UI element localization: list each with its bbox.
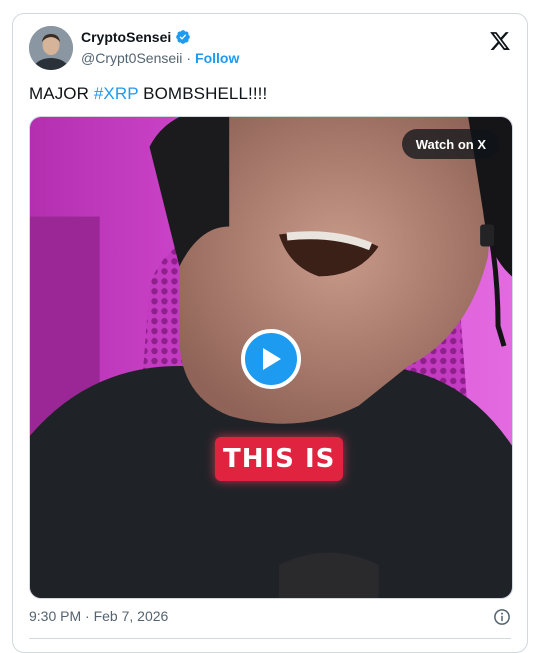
author-name-row: CryptoSensei xyxy=(81,29,191,45)
video-caption: THIS IS xyxy=(215,437,344,481)
video-thumbnail[interactable]: Watch on X THIS IS xyxy=(29,116,513,599)
x-logo-icon[interactable] xyxy=(489,30,511,52)
author-handle[interactable]: @Crypt0Senseii xyxy=(81,50,182,66)
info-icon[interactable] xyxy=(493,608,511,626)
footer-divider xyxy=(29,638,511,639)
verified-badge-icon xyxy=(176,30,191,44)
play-button[interactable] xyxy=(241,329,301,389)
author-handle-row: @Crypt0Senseii · Follow xyxy=(81,50,239,66)
tweet-header: CryptoSensei @Crypt0Senseii · Follow xyxy=(29,26,511,74)
tweet-text-prefix: MAJOR xyxy=(29,84,94,103)
author-name[interactable]: CryptoSensei xyxy=(81,29,171,45)
follow-button[interactable]: Follow xyxy=(195,50,239,66)
tweet-footer: 9:30 PM · Feb 7, 2026 xyxy=(29,606,511,630)
tweet-text: MAJOR #XRP BOMBSHELL!!!! xyxy=(29,84,267,104)
hashtag-link[interactable]: #XRP xyxy=(94,84,139,103)
play-icon xyxy=(263,348,281,370)
watch-on-x-button[interactable]: Watch on X xyxy=(401,129,500,159)
embedded-tweet-card: CryptoSensei @Crypt0Senseii · Follow MAJ… xyxy=(12,13,528,653)
separator-dot: · xyxy=(186,50,192,66)
avatar-image xyxy=(29,26,73,70)
tweet-text-suffix: BOMBSHELL!!!! xyxy=(138,84,268,103)
avatar[interactable] xyxy=(29,26,73,70)
timestamp-link[interactable]: 9:30 PM · Feb 7, 2026 xyxy=(29,608,168,624)
